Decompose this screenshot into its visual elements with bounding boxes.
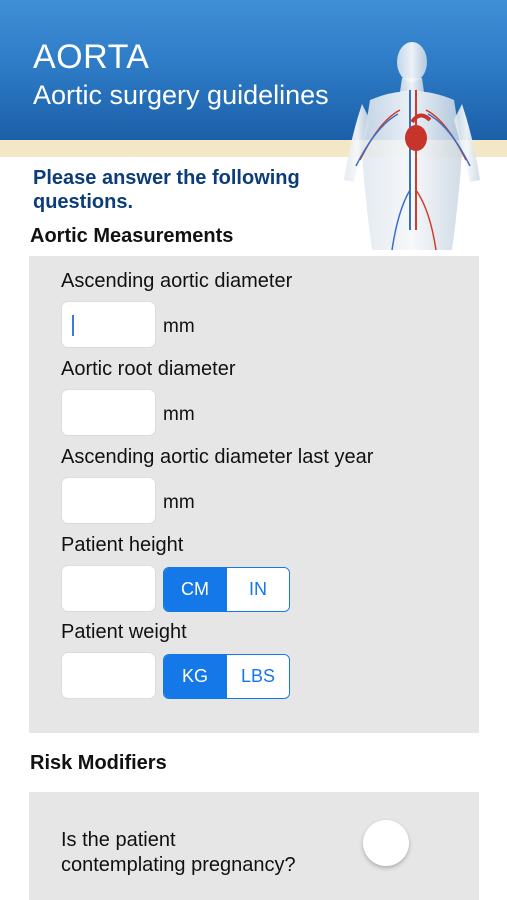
weight-unit-selector[interactable]: KG LBS — [163, 654, 290, 699]
section-title-risk-modifiers: Risk Modifiers — [30, 752, 167, 774]
weight-unit-lbs[interactable]: LBS — [226, 655, 289, 698]
risk-modifiers-panel: Is the patient contemplating pregnancy? — [29, 792, 479, 900]
ascending-diameter-unit: mm — [163, 316, 195, 337]
last-year-diameter-input[interactable] — [61, 477, 156, 524]
circulatory-anatomy-illustration — [344, 42, 480, 250]
weight-unit-kg[interactable]: KG — [164, 655, 226, 698]
text-cursor — [72, 315, 74, 336]
patient-height-label: Patient height — [61, 534, 184, 556]
instructions-prompt: Please answer the following questions. — [33, 167, 300, 213]
app-subtitle: Aortic surgery guidelines — [33, 80, 329, 110]
height-unit-in[interactable]: IN — [226, 568, 289, 611]
last-year-diameter-label: Ascending aortic diameter last year — [61, 446, 374, 468]
pregnancy-question-line2: contemplating pregnancy? — [61, 854, 296, 876]
height-unit-selector[interactable]: CM IN — [163, 567, 290, 612]
app-title: AORTA — [33, 38, 150, 76]
last-year-diameter-unit: mm — [163, 492, 195, 513]
patient-weight-label: Patient weight — [61, 621, 187, 643]
root-diameter-label: Aortic root diameter — [61, 358, 236, 380]
measurements-panel: Ascending aortic diameter mm Aortic root… — [29, 256, 479, 733]
section-title-measurements: Aortic Measurements — [30, 225, 234, 247]
ascending-diameter-label: Ascending aortic diameter — [61, 270, 293, 292]
pregnancy-toggle[interactable] — [363, 820, 409, 866]
root-diameter-input[interactable] — [61, 389, 156, 436]
patient-height-input[interactable] — [61, 565, 156, 612]
patient-weight-input[interactable] — [61, 652, 156, 699]
pregnancy-question: Is the patient contemplating pregnancy? — [61, 828, 296, 878]
ascending-diameter-input[interactable] — [61, 301, 156, 348]
pregnancy-question-line1: Is the patient — [61, 829, 176, 851]
height-unit-cm[interactable]: CM — [164, 568, 226, 611]
root-diameter-unit: mm — [163, 404, 195, 425]
